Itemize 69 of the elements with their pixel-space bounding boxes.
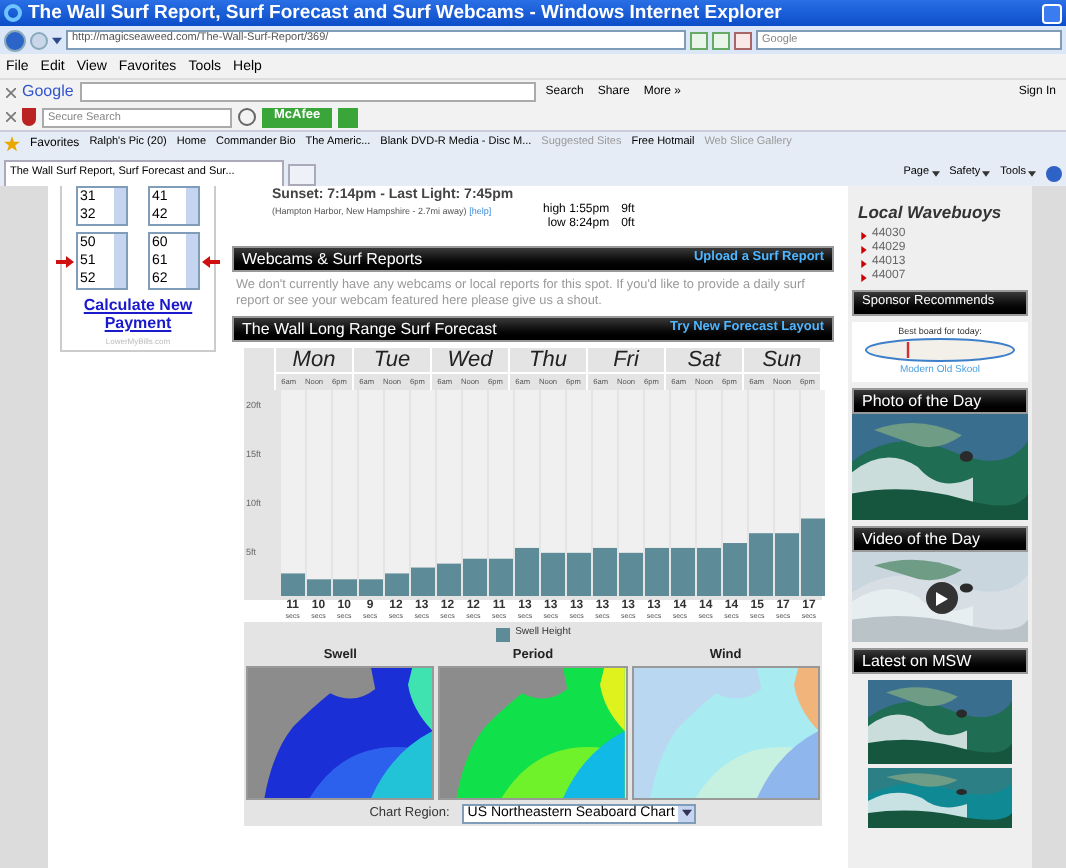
swell-bar <box>619 552 643 596</box>
swell-bar <box>281 573 305 596</box>
google-search-field[interactable] <box>79 82 536 102</box>
calculate-link[interactable]: Calculate New Payment <box>62 296 214 332</box>
swell-bar <box>697 547 721 596</box>
bullet-icon <box>860 245 868 253</box>
compat-button[interactable] <box>712 31 730 49</box>
swell-bar <box>749 533 773 596</box>
bullet-icon <box>860 231 868 239</box>
caret-icon <box>982 169 991 177</box>
section-title: The Wall Long Range Surf Forecast <box>242 321 497 337</box>
swell-bar <box>489 558 513 596</box>
star-icon <box>4 136 20 152</box>
day-header: Sun <box>760 348 804 372</box>
new-tab-button[interactable] <box>288 164 316 186</box>
swell-bar <box>645 547 669 596</box>
google-logo: Google <box>22 84 74 100</box>
back-button[interactable] <box>4 29 26 51</box>
legend-swatch <box>495 627 510 641</box>
help-icon[interactable] <box>1046 165 1062 181</box>
day-header: Mon <box>290 348 338 372</box>
bullet-icon <box>860 273 868 281</box>
window-title: The Wall Surf Report, Surf Forecast and Surf Webcams - Windows Internet Explorer <box>28 3 782 23</box>
stop-button[interactable] <box>734 31 752 49</box>
swell-bar <box>775 533 799 596</box>
swell-bar <box>307 579 331 596</box>
minimize-button[interactable] <box>1042 3 1062 23</box>
swell-bar <box>567 552 591 596</box>
refresh-button[interactable] <box>690 31 708 49</box>
swell-bar <box>411 567 435 596</box>
swell-bar <box>801 518 825 596</box>
caret-icon <box>931 169 940 177</box>
bullet-icon <box>860 259 868 267</box>
section-title: Latest on MSW <box>862 653 972 669</box>
buoys-title: Local Wavebuoys <box>856 202 1004 222</box>
arrow-icon <box>202 255 220 267</box>
swell-bar <box>359 579 383 596</box>
toolbar-icon[interactable] <box>338 107 359 127</box>
day-header: Sat <box>685 348 724 372</box>
swell-bar <box>541 552 565 596</box>
search-icon[interactable] <box>238 108 256 126</box>
day-header: Thu <box>527 348 569 372</box>
day-header: Tue <box>371 348 413 372</box>
browser-icon <box>4 4 22 22</box>
shield-icon <box>22 108 36 126</box>
swell-bar <box>333 579 357 596</box>
surfboard-icon <box>864 338 1016 362</box>
day-header: Wed <box>445 348 495 372</box>
dropdown-caret-icon <box>52 35 62 45</box>
swell-bar <box>437 563 461 596</box>
arrow-icon <box>56 255 74 267</box>
section-title: Webcams & Surf Reports <box>242 251 423 267</box>
scrollbar[interactable] <box>186 188 198 224</box>
section-title: Photo of the Day <box>862 393 982 409</box>
scrollbar[interactable] <box>114 188 126 224</box>
swell-bar <box>515 547 539 596</box>
close-icon[interactable] <box>6 112 16 122</box>
forward-button[interactable] <box>30 31 48 49</box>
day-header: Fri <box>611 348 642 372</box>
swell-bar <box>671 547 695 596</box>
close-icon[interactable] <box>6 87 16 97</box>
scrollbar[interactable] <box>114 234 126 288</box>
swell-bar <box>723 543 747 596</box>
section-title: Video of the Day <box>862 531 981 547</box>
swell-bar <box>593 547 617 596</box>
scrollbar[interactable] <box>186 234 198 288</box>
caret-icon <box>1028 169 1036 177</box>
swell-bar <box>385 573 409 596</box>
swell-bar <box>463 558 487 596</box>
